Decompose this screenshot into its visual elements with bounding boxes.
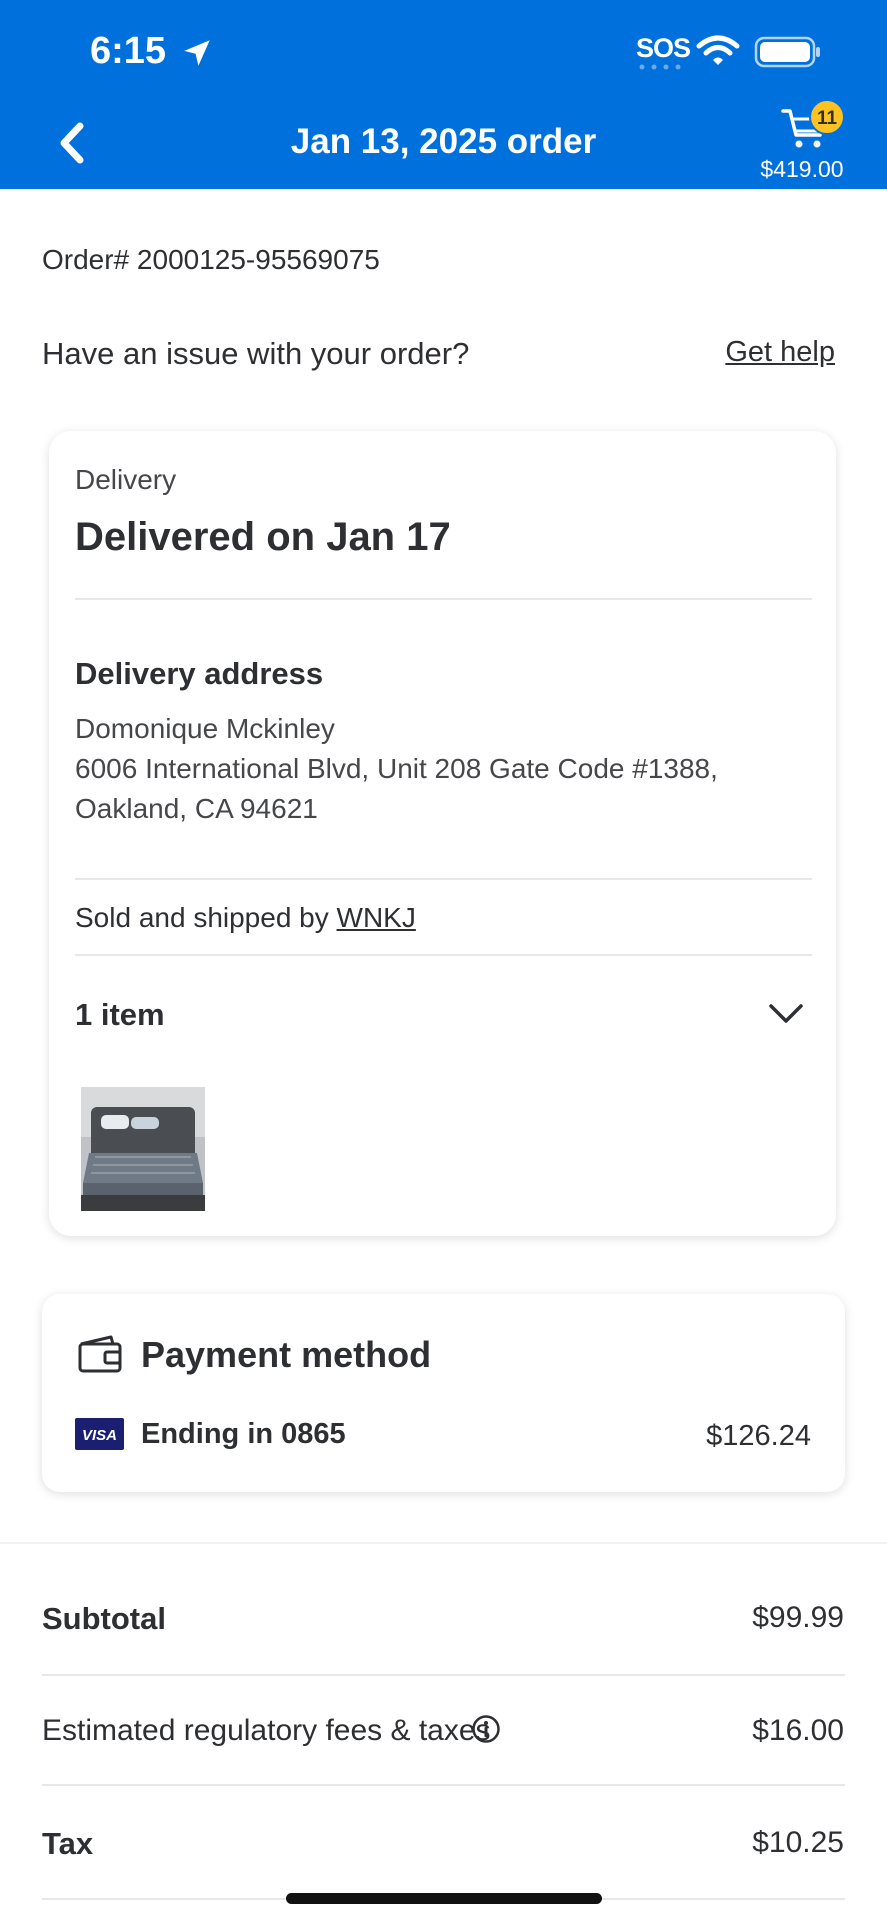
fees-label: Estimated regulatory fees & taxes	[42, 1714, 491, 1747]
subtotal-value: $99.99	[752, 1601, 844, 1634]
tax-label: Tax	[42, 1826, 94, 1861]
delivery-status: Delivered on Jan 17	[75, 515, 451, 559]
sold-by-prefix: Sold and shipped by	[75, 902, 337, 933]
home-indicator[interactable]	[286, 1893, 602, 1904]
cart-total: $419.00	[760, 156, 844, 182]
mattress-product-image[interactable]	[81, 1087, 205, 1211]
payment-method-title: Payment method	[141, 1334, 432, 1375]
sos-indicator: SOS	[636, 33, 691, 63]
card-ending: Ending in 0865	[141, 1418, 346, 1450]
location-arrow-icon	[184, 40, 210, 66]
delivery-address-heading: Delivery address	[75, 656, 324, 691]
wifi-icon	[696, 35, 740, 65]
signal-dots-icon	[639, 64, 681, 70]
row-divider	[42, 1784, 845, 1786]
seller-link[interactable]: WNKJ	[337, 902, 416, 933]
delivery-label: Delivery	[75, 464, 177, 495]
svg-text:VISA: VISA	[82, 1427, 117, 1444]
info-icon[interactable]	[471, 1714, 501, 1744]
battery-icon	[754, 36, 820, 68]
section-divider	[0, 1542, 887, 1544]
address-name: Domonique Mckinley	[75, 713, 335, 744]
visa-card-icon: VISA	[75, 1418, 124, 1450]
wallet-icon	[78, 1335, 122, 1373]
order-number: Order# 2000125-95569075	[42, 244, 380, 275]
divider	[75, 878, 812, 880]
tax-value: $10.25	[752, 1826, 844, 1859]
payment-card	[42, 1294, 845, 1492]
subtotal-label: Subtotal	[42, 1601, 166, 1636]
items-count[interactable]: 1 item	[75, 997, 165, 1033]
payment-amount: $126.24	[706, 1420, 811, 1452]
divider	[75, 598, 812, 600]
address-city: Oakland, CA 94621	[75, 793, 318, 824]
row-divider	[42, 1674, 845, 1676]
get-help-link[interactable]: Get help	[725, 336, 835, 369]
app-header: 6:15 SOS Jan 13, 2025 order 11 $419.00	[0, 0, 887, 189]
status-time: 6:15	[90, 30, 167, 72]
sold-by-text: Sold and shipped by WNKJ	[75, 902, 416, 934]
issue-prompt: Have an issue with your order?	[42, 336, 470, 371]
address-street: 6006 International Blvd, Unit 208 Gate C…	[75, 753, 718, 784]
cart-count-badge: 11	[809, 99, 845, 135]
fees-value: $16.00	[752, 1714, 844, 1747]
chevron-down-icon[interactable]	[766, 998, 806, 1030]
divider	[75, 954, 812, 956]
